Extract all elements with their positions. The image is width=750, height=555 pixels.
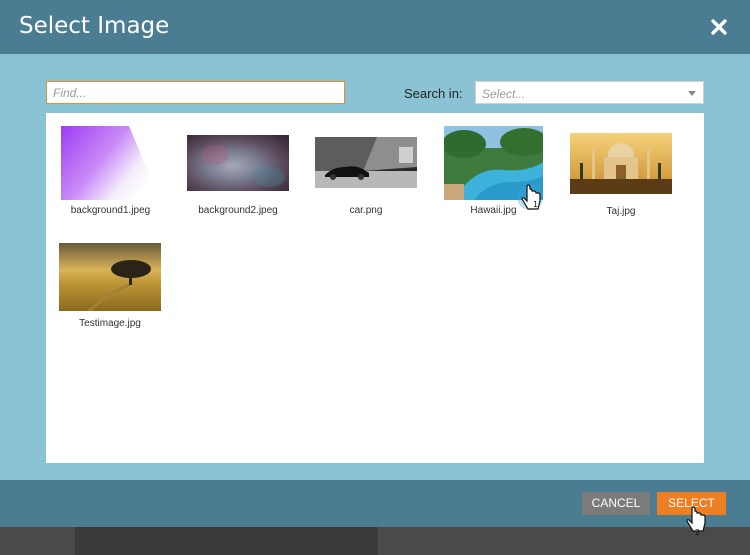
image-filename: Testimage.jpg bbox=[79, 318, 141, 329]
image-thumbnail bbox=[61, 126, 160, 200]
image-filename: background1.jpeg bbox=[70, 205, 151, 216]
image-tile-background2[interactable]: background2.jpeg bbox=[187, 135, 289, 218]
image-thumbnail bbox=[570, 133, 672, 194]
image-thumbnail bbox=[187, 135, 289, 191]
select-image-dialog: Select Image Search in: Select... bbox=[0, 0, 750, 537]
image-thumbnail bbox=[315, 137, 417, 188]
backdrop-strip bbox=[75, 525, 378, 555]
image-filename: car.png bbox=[349, 205, 383, 216]
image-thumbnail bbox=[59, 243, 161, 311]
cancel-button[interactable]: CANCEL bbox=[582, 492, 650, 515]
image-filename: Taj.jpg bbox=[606, 206, 636, 217]
image-grid: background1.jpeg background2.jpeg car.pn… bbox=[46, 113, 704, 463]
image-tile-car[interactable]: car.png bbox=[315, 137, 417, 218]
image-tile-taj[interactable]: Taj.jpg bbox=[570, 133, 672, 218]
chevron-down-icon bbox=[688, 91, 696, 96]
step2-label: 2 bbox=[695, 528, 700, 537]
hand-cursor-icon: 2 bbox=[684, 505, 712, 539]
image-tile-testimage[interactable]: Testimage.jpg bbox=[59, 243, 161, 331]
step1-label: 1 bbox=[533, 200, 538, 209]
hand-cursor-icon: 1 bbox=[516, 183, 544, 217]
find-input[interactable] bbox=[46, 81, 345, 104]
search-in-select[interactable]: Select... bbox=[475, 81, 704, 104]
image-filename: background2.jpeg bbox=[198, 205, 278, 216]
close-icon[interactable] bbox=[709, 17, 729, 37]
search-in-label: Search in: bbox=[404, 86, 463, 101]
search-in-select-value: Select... bbox=[482, 87, 526, 101]
image-tile-background1[interactable]: background1.jpeg bbox=[61, 126, 160, 218]
dialog-title: Select Image bbox=[19, 13, 170, 39]
dialog-header: Select Image bbox=[0, 0, 750, 54]
